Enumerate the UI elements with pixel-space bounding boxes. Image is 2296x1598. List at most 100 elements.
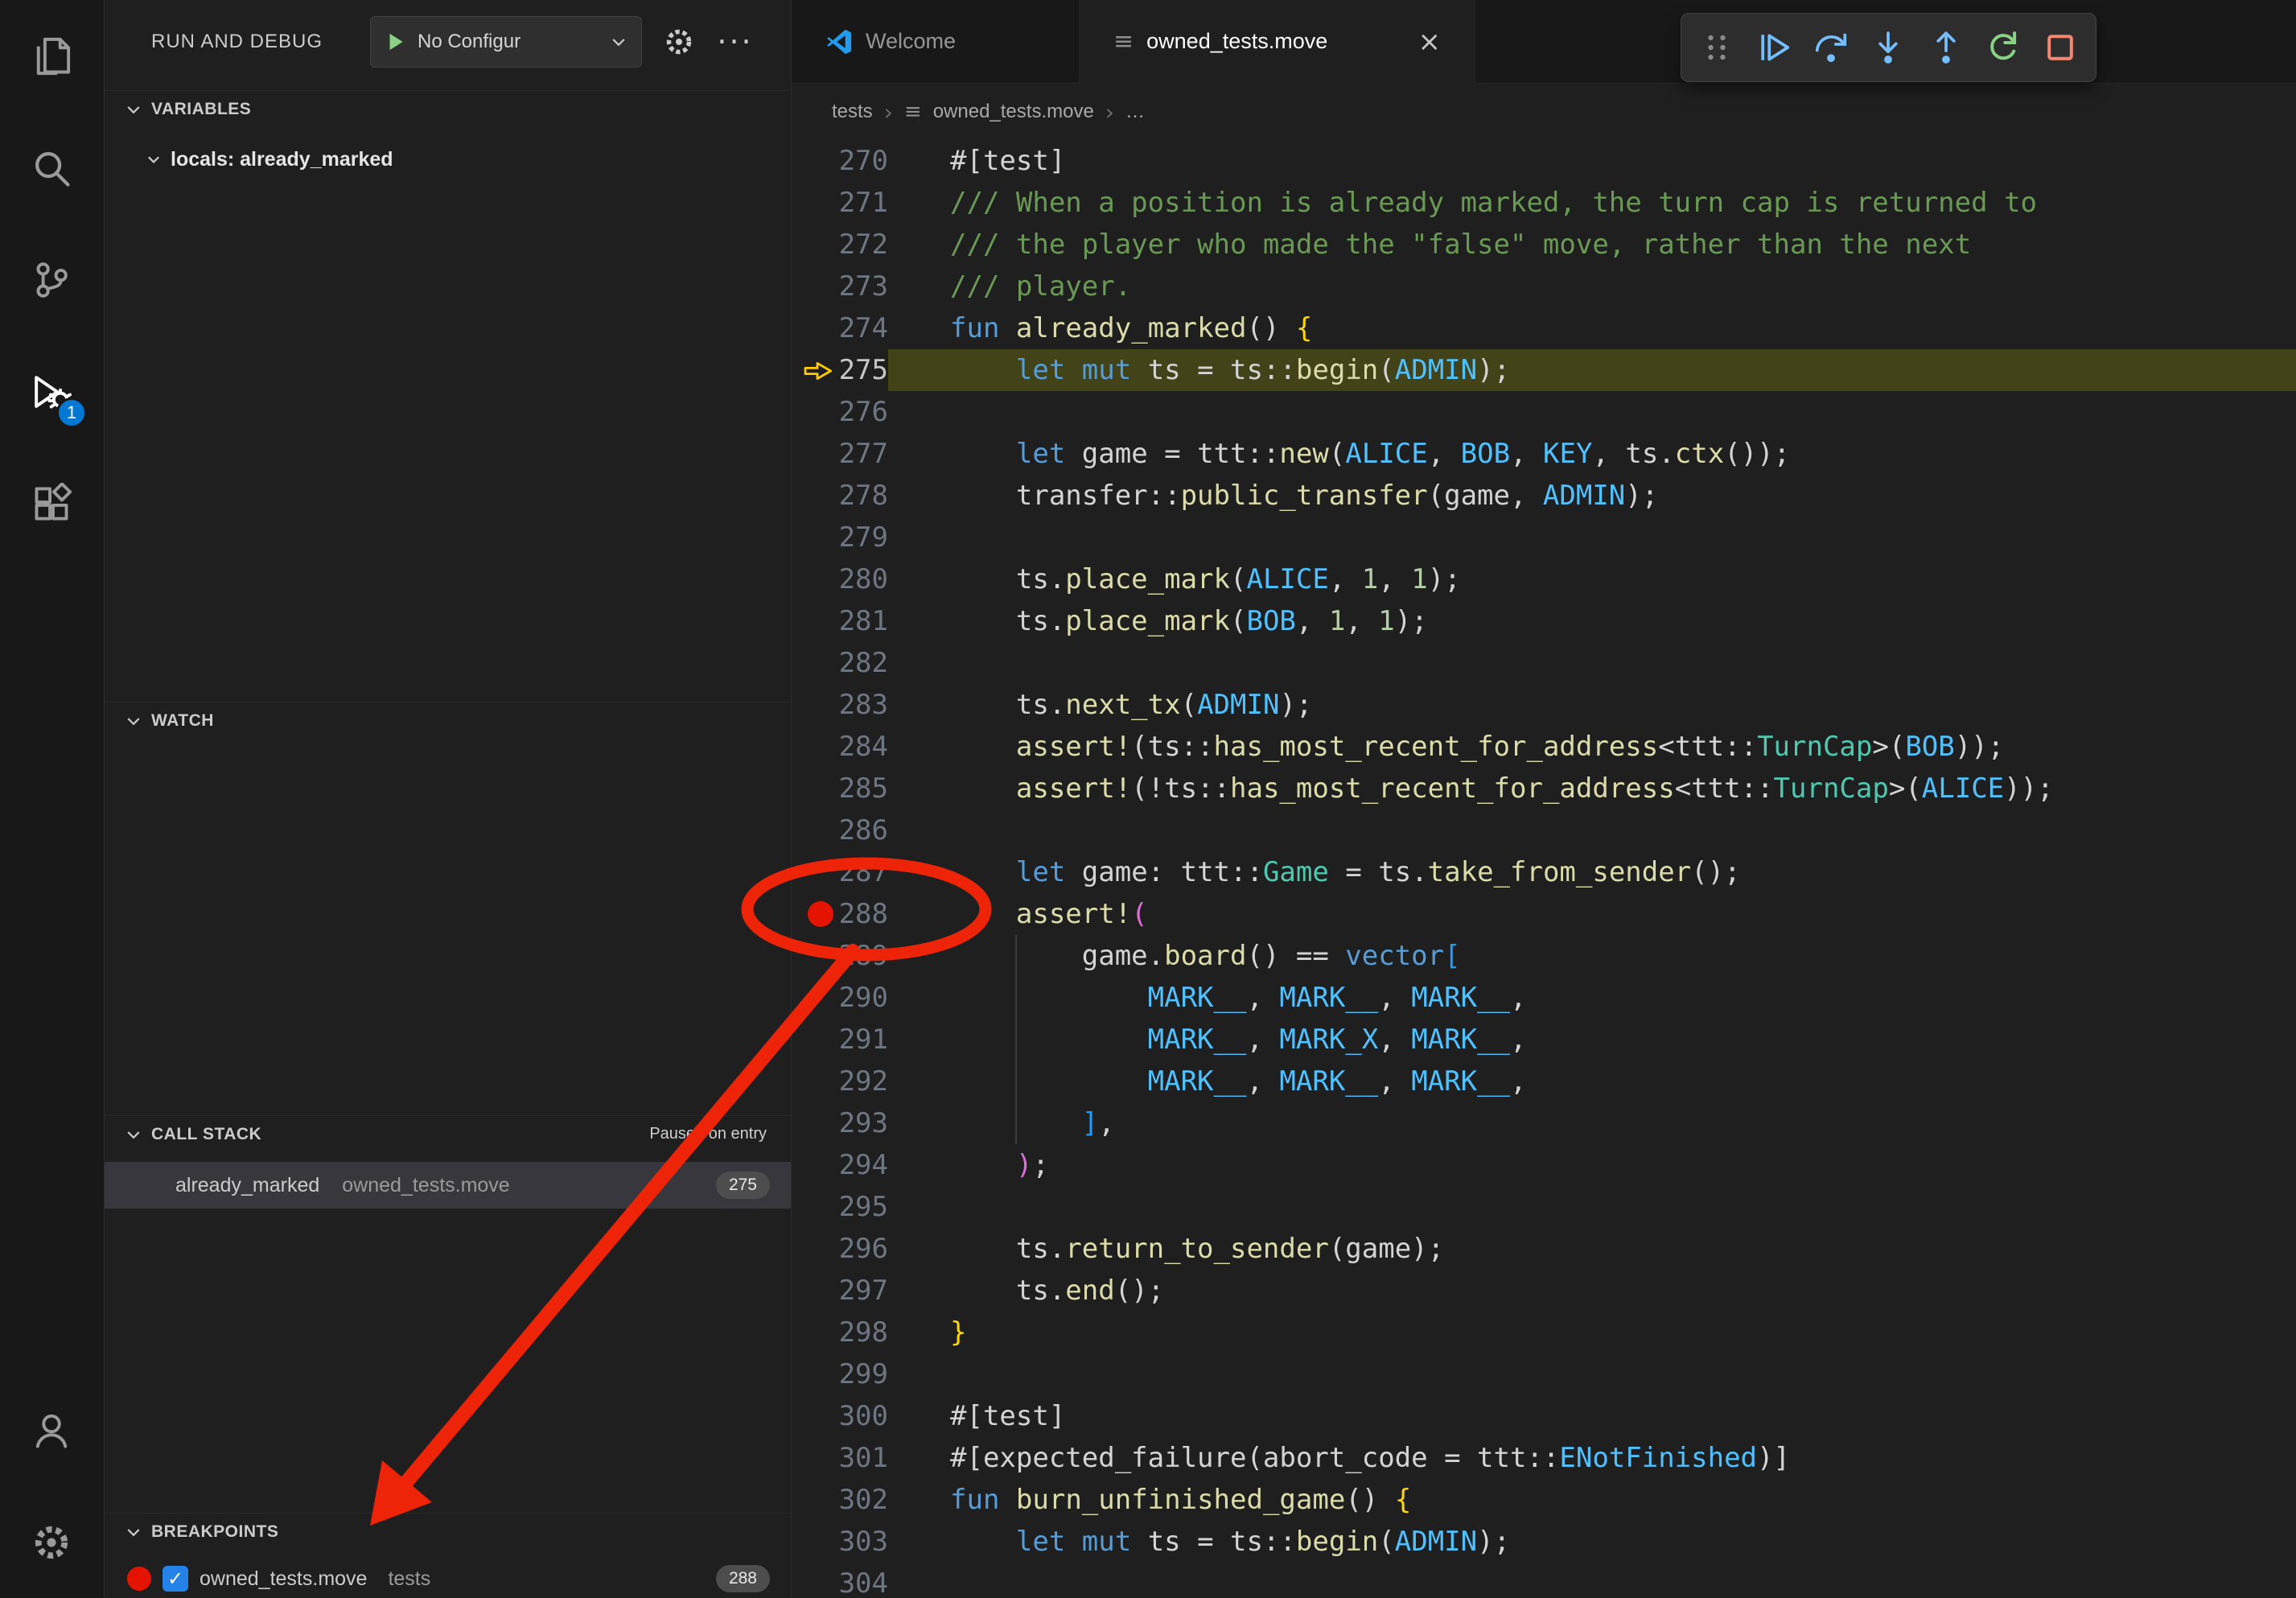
code-text: MARK__, MARK__, MARK__, [888, 1061, 2296, 1102]
breadcrumb-symbol-ellipsis[interactable]: … [1125, 101, 1145, 123]
line-number[interactable]: 274 [792, 307, 888, 349]
activity-bar: 1 [0, 0, 105, 1598]
chevron-down-icon [145, 150, 163, 168]
breadcrumb-folder[interactable]: tests [832, 101, 873, 123]
search-icon[interactable] [0, 112, 103, 224]
line-number[interactable]: 287 [792, 851, 888, 893]
line-number[interactable]: 272 [792, 224, 888, 266]
code-line: 276 [792, 391, 2296, 433]
line-number[interactable]: 303 [792, 1521, 888, 1563]
toolbar-drag-handle[interactable] [1692, 23, 1742, 72]
line-number[interactable]: 292 [792, 1061, 888, 1102]
code-line: 287 let game: ttt::Game = ts.take_from_s… [792, 851, 2296, 893]
variables-section-header[interactable]: VARIABLES [105, 90, 791, 127]
step-over-icon[interactable] [1806, 23, 1856, 72]
chevron-down-icon [124, 711, 143, 731]
step-out-icon[interactable] [1921, 23, 1971, 72]
line-number[interactable]: 279 [792, 517, 888, 558]
code-text: #[expected_failure(abort_code = ttt::ENo… [888, 1437, 2296, 1479]
line-number[interactable]: 300 [792, 1395, 888, 1437]
code-line: 279 [792, 517, 2296, 558]
restart-icon[interactable] [1978, 23, 2028, 72]
breakpoints-section-header[interactable]: BREAKPOINTS [105, 1513, 791, 1550]
more-actions-icon[interactable]: ··· [716, 23, 755, 61]
code-editor[interactable]: 270#[test]271/// When a position is alre… [792, 140, 2296, 1598]
line-number[interactable]: 294 [792, 1144, 888, 1186]
line-number[interactable]: 290 [792, 977, 888, 1019]
line-number[interactable]: 286 [792, 809, 888, 851]
tab-owned-tests-move[interactable]: ≡ owned_tests.move × [1080, 0, 1475, 84]
line-number[interactable]: 289 [792, 935, 888, 977]
code-text: /// player. [888, 266, 2296, 307]
line-number[interactable]: 280 [792, 558, 888, 600]
source-control-icon[interactable] [0, 224, 103, 336]
line-number[interactable]: 304 [792, 1563, 888, 1598]
line-number[interactable]: 299 [792, 1353, 888, 1395]
line-number[interactable]: 291 [792, 1019, 888, 1061]
code-text [888, 1563, 2296, 1598]
line-number[interactable]: 298 [792, 1312, 888, 1353]
line-number[interactable]: 285 [792, 768, 888, 809]
step-into-icon[interactable] [1863, 23, 1913, 72]
line-number[interactable]: 284 [792, 726, 888, 768]
variables-scope-row[interactable]: locals: already_marked [105, 142, 791, 177]
debug-config-dropdown[interactable]: No Configur [370, 16, 642, 68]
stop-icon[interactable] [2035, 23, 2085, 72]
line-number[interactable]: 283 [792, 684, 888, 726]
move-file-icon: ≡ [1113, 27, 1134, 56]
line-number[interactable]: 297 [792, 1270, 888, 1312]
code-line: 278 transfer::public_transfer(game, ADMI… [792, 475, 2296, 517]
code-text: assert!(ts::has_most_recent_for_address<… [888, 726, 2296, 768]
debug-toolbar [1681, 13, 2096, 82]
line-number[interactable]: 281 [792, 600, 888, 642]
code-line: 294 ); [792, 1144, 2296, 1186]
code-line: 286 [792, 809, 2296, 851]
breakpoint-dot-icon [127, 1567, 151, 1591]
line-number[interactable]: 278 [792, 475, 888, 517]
line-number[interactable]: 276 [792, 391, 888, 433]
line-number[interactable]: 277 [792, 433, 888, 475]
code-text: MARK__, MARK__, MARK__, [888, 977, 2296, 1019]
line-number[interactable]: 282 [792, 642, 888, 684]
breakpoint-checkbox[interactable]: ✓ [163, 1566, 188, 1592]
code-text [888, 391, 2296, 433]
watch-section-header[interactable]: WATCH [105, 702, 791, 739]
line-number[interactable]: 302 [792, 1479, 888, 1521]
settings-gear-icon[interactable] [0, 1486, 103, 1598]
debug-settings-gear-icon[interactable] [660, 23, 698, 61]
code-line: 301#[expected_failure(abort_code = ttt::… [792, 1437, 2296, 1479]
line-number[interactable]: 288 [792, 893, 888, 935]
breakpoint-dot[interactable] [808, 901, 833, 927]
run-and-debug-icon[interactable]: 1 [0, 336, 103, 447]
call-stack-frame[interactable]: already_marked owned_tests.move 275 [105, 1162, 791, 1209]
code-text [888, 1186, 2296, 1228]
start-debugging-icon[interactable] [384, 30, 408, 54]
close-icon[interactable]: × [1418, 26, 1442, 58]
line-number[interactable]: 296 [792, 1228, 888, 1270]
breakpoint-item[interactable]: ✓ owned_tests.move tests 288 [105, 1559, 791, 1598]
tab-welcome[interactable]: Welcome [792, 0, 1080, 83]
explorer-icon[interactable] [0, 0, 103, 112]
line-number[interactable]: 301 [792, 1437, 888, 1479]
code-text: #[test] [888, 140, 2296, 182]
code-line: 296 ts.return_to_sender(game); [792, 1228, 2296, 1270]
line-number[interactable]: 295 [792, 1186, 888, 1228]
line-number[interactable]: 271 [792, 182, 888, 224]
code-text: #[test] [888, 1395, 2296, 1437]
line-number[interactable]: 293 [792, 1102, 888, 1144]
line-number[interactable]: 273 [792, 266, 888, 307]
tab-label: Welcome [866, 29, 956, 54]
vscode-window: 1 [0, 0, 2296, 1598]
code-text: ); [888, 1144, 2296, 1186]
breadcrumb-file[interactable]: owned_tests.move [933, 101, 1094, 123]
extensions-icon[interactable] [0, 447, 103, 559]
debug-config-label: No Configur [418, 31, 599, 53]
line-number[interactable]: 270 [792, 140, 888, 182]
account-icon[interactable] [0, 1374, 103, 1486]
call-stack-section-header[interactable]: CALL STACK Paused on entry [105, 1115, 791, 1152]
code-line: 298} [792, 1312, 2296, 1353]
continue-icon[interactable] [1749, 23, 1799, 72]
code-line: 297 ts.end(); [792, 1270, 2296, 1312]
code-line: 271/// When a position is already marked… [792, 182, 2296, 224]
code-text: MARK__, MARK_X, MARK__, [888, 1019, 2296, 1061]
